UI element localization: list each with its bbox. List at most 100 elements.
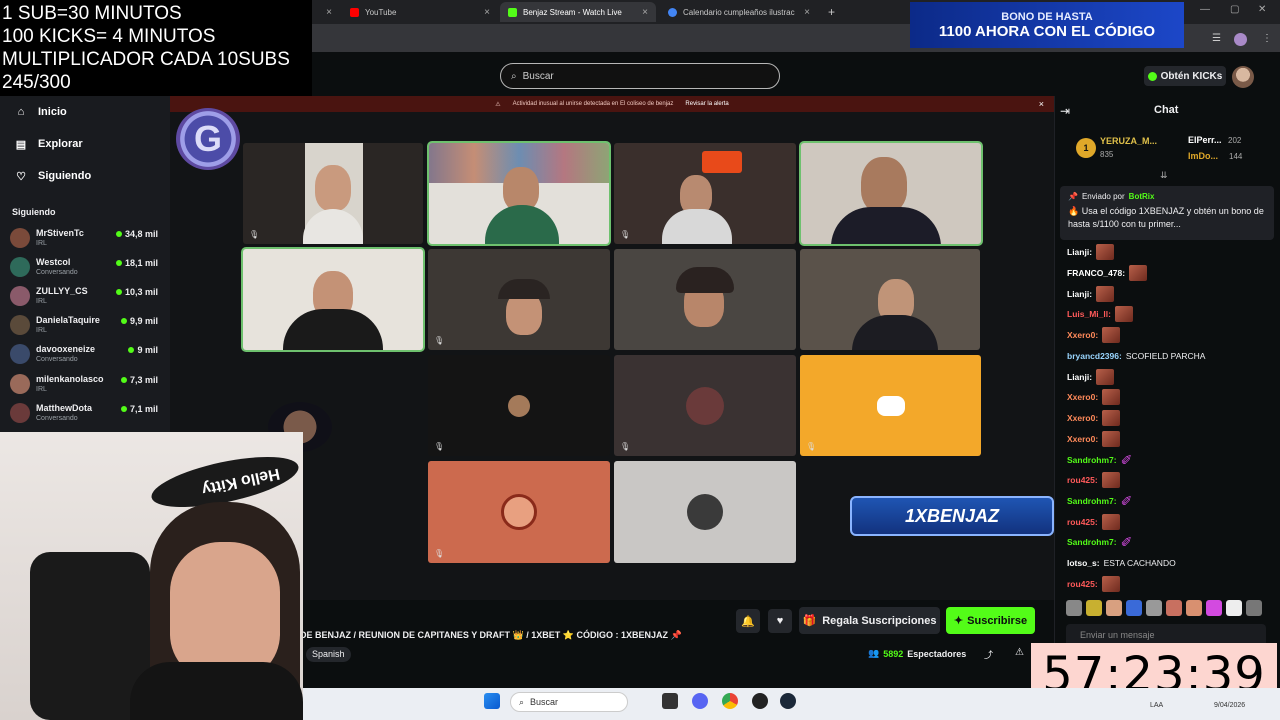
quick-emote-row	[1066, 600, 1270, 618]
emote-icon	[1101, 576, 1120, 592]
following-channel[interactable]: milenkanolasco IRL 7,3 mil	[10, 372, 162, 398]
close-icon[interactable]: ×	[642, 7, 648, 18]
search-icon: ⌕	[519, 696, 525, 707]
mic-icon: 🎙	[620, 442, 631, 451]
language-tag[interactable]: Spanish	[306, 647, 351, 662]
video-tile: 🎙	[428, 249, 610, 350]
chat-username[interactable]: Xxero0:	[1067, 330, 1098, 340]
taskbar-search[interactable]: ⌕ Buscar	[510, 692, 628, 712]
chat-message: Xxero0:	[1067, 408, 1121, 428]
browser-profile-icon[interactable]	[1234, 33, 1247, 46]
leaderboard-value: 144	[1229, 152, 1243, 161]
emote-button[interactable]	[1066, 600, 1082, 616]
tab-youtube[interactable]: YouTube ×	[342, 2, 498, 22]
more-icon[interactable]: ⋮	[1262, 33, 1272, 44]
emote-button[interactable]	[1126, 600, 1142, 616]
chat-username[interactable]: rou425:	[1067, 517, 1098, 527]
tab-close-previous[interactable]: ×	[318, 2, 340, 22]
streamer-facecam: Hello Kitty	[0, 432, 303, 720]
channel-logo: G	[176, 108, 240, 170]
chat-username[interactable]: lotso_s:	[1067, 558, 1100, 568]
system-tray[interactable]: LAA	[1150, 702, 1163, 709]
review-alert-link[interactable]: Revisar la alerta	[685, 101, 728, 107]
close-icon[interactable]: ×	[484, 7, 490, 18]
collapse-chat-icon[interactable]: ⇥	[1060, 104, 1070, 118]
chrome-icon[interactable]	[722, 693, 738, 709]
emote-button[interactable]	[1186, 600, 1202, 616]
following-channel[interactable]: Westcol Conversando 18,1 mil	[10, 255, 162, 281]
chat-title: Chat	[1154, 104, 1179, 116]
leaderboard-name[interactable]: YERUZA_M...	[1100, 136, 1157, 146]
chat-message: rou425:	[1067, 470, 1120, 490]
chat-username[interactable]: Xxero0:	[1067, 392, 1098, 402]
leaderboard-name[interactable]: ElPerr...	[1188, 135, 1222, 145]
sidebar-item-siguiendo[interactable]: ♡ Siguiendo	[14, 166, 91, 186]
follow-button[interactable]: ♥	[768, 609, 792, 633]
video-tile: 🎙	[243, 143, 423, 244]
chat-username[interactable]: Lianji:	[1067, 247, 1092, 257]
following-channel[interactable]: davooxeneize Conversando 9 mil	[10, 342, 162, 368]
windows-start-icon[interactable]	[484, 693, 500, 709]
discord-icon[interactable]	[692, 693, 708, 709]
chat-message: Sandrohm7: ✐	[1067, 532, 1132, 552]
close-icon[interactable]: ×	[804, 7, 810, 18]
minimize-icon[interactable]: —	[1200, 4, 1210, 15]
chat-username[interactable]: Luis_Mi_ll:	[1067, 309, 1111, 319]
chat-username[interactable]: FRANCO_478:	[1067, 268, 1125, 278]
emote-icon	[1096, 244, 1115, 260]
following-channel[interactable]: DanielaTaquire IRL 9,9 mil	[10, 313, 162, 339]
following-channel[interactable]: ZULLYY_CS IRL 10,3 mil	[10, 284, 162, 310]
chat-message: rou425:	[1067, 512, 1120, 532]
menu-icon[interactable]: ☰	[1212, 33, 1221, 44]
emote-button[interactable]	[1146, 600, 1162, 616]
chat-message: bryancd2396: SCOFIELD PARCHA	[1067, 346, 1205, 366]
emote-icon	[1114, 306, 1133, 322]
leaderboard-name[interactable]: ImDo...	[1188, 151, 1218, 161]
subscribe-button[interactable]: ✦ Suscribirse	[946, 607, 1035, 634]
chat-username[interactable]: Sandrohm7:	[1067, 496, 1117, 506]
tab-benjaz-stream[interactable]: Benjaz Stream - Watch Live ×	[500, 2, 656, 22]
chat-username[interactable]: Sandrohm7:	[1067, 537, 1117, 547]
emote-button[interactable]	[1226, 600, 1242, 616]
report-icon[interactable]: ⚠	[1015, 647, 1024, 658]
emote-button[interactable]	[1166, 600, 1182, 616]
chat-username[interactable]: Xxero0:	[1067, 434, 1098, 444]
emote-button[interactable]	[1086, 600, 1102, 616]
overlay-line: 245/300	[2, 72, 71, 93]
chat-username[interactable]: rou425:	[1067, 579, 1098, 589]
video-tile: 🎙	[800, 355, 981, 456]
chat-username[interactable]: rou425:	[1067, 475, 1098, 485]
steam-icon[interactable]	[780, 693, 796, 709]
expand-icon[interactable]: ⇊	[1160, 170, 1168, 181]
share-icon[interactable]: ⤴	[984, 648, 993, 661]
chat-username[interactable]: Sandrohm7:	[1067, 455, 1117, 465]
gift-subs-button[interactable]: 🎁 Regala Suscripciones	[799, 607, 940, 634]
emote-icon	[1102, 431, 1121, 447]
search-input[interactable]: ⌕ Buscar	[500, 63, 780, 89]
close-icon[interactable]: ×	[1039, 99, 1044, 109]
chat-username[interactable]: Lianji:	[1067, 289, 1092, 299]
chat-username[interactable]: bryancd2396:	[1067, 351, 1122, 361]
emote-button[interactable]	[1106, 600, 1122, 616]
following-section-title: Siguiendo	[12, 207, 56, 217]
live-dot-icon	[120, 318, 127, 324]
new-tab-button[interactable]: +	[820, 2, 840, 22]
notification-bell-button[interactable]: 🔔	[736, 609, 760, 633]
following-channel[interactable]: MrStivenTc IRL 34,8 mil	[10, 226, 162, 252]
chat-username[interactable]: Lianji:	[1067, 372, 1092, 382]
chat-username[interactable]: Xxero0:	[1067, 413, 1098, 423]
sidebar-item-inicio[interactable]: ⌂ Inicio	[14, 102, 67, 122]
task-view-icon[interactable]	[662, 693, 678, 709]
following-channel[interactable]: MatthewDota Conversando 7,1 mil	[10, 401, 162, 427]
maximize-icon[interactable]: ▢	[1230, 4, 1239, 15]
promo-code-banner: 1XBENJAZ	[850, 496, 1054, 536]
sidebar-item-explorar[interactable]: ▤ Explorar	[14, 134, 83, 154]
avatar[interactable]	[1232, 66, 1254, 88]
window-close-icon[interactable]: ✕	[1258, 4, 1266, 15]
emote-button[interactable]	[1246, 600, 1262, 616]
obs-icon[interactable]	[752, 693, 768, 709]
tab-calendario[interactable]: Calendario cumpleaños ilustrac ×	[660, 2, 818, 22]
get-kicks-button[interactable]: Obtén KICKs	[1144, 66, 1226, 86]
emote-button[interactable]	[1206, 600, 1222, 616]
search-icon: ⌕	[511, 70, 517, 82]
